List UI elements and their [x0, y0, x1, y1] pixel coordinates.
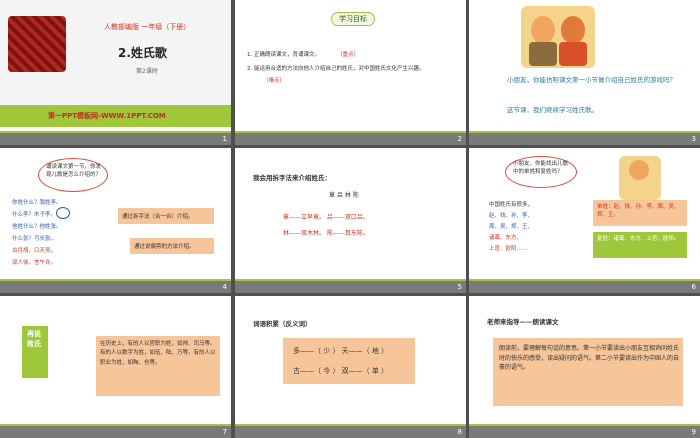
example-characters: 章 吕 林 陈 — [329, 192, 359, 199]
poem-line-3: 周、吴、郑、王、 — [489, 224, 534, 230]
question-bubble-text: 诵读课文第一节，你发现儿歌是怎么介绍的？ — [46, 164, 102, 178]
slide-thumbnail-4[interactable]: 诵读课文第一节，你发现儿歌是怎么介绍的？ 你姓什么？我姓李。 什么李？木子李。 … — [0, 148, 231, 293]
highlight-circle — [56, 207, 70, 219]
slide-number: 1 — [222, 135, 227, 143]
poem-line-4: 诸葛、东方、 — [489, 235, 523, 241]
slide-number: 8 — [457, 428, 462, 436]
antonym-row-1: 多——（ 少 ） 天——（ 地 ） — [293, 347, 389, 355]
slide-number: 7 — [222, 428, 227, 436]
note-text-2: 通过说偏旁的方法介绍。 — [134, 244, 195, 250]
child-right-body — [559, 42, 587, 66]
banner-text: 第一PPT模板网-WWW.1PPT.COM — [48, 112, 166, 120]
child-head — [629, 160, 649, 180]
note-text-double: 复姓：诸葛、东方、上官、欧阳。 — [597, 236, 680, 242]
child-right-figure — [561, 16, 585, 44]
poem-line-5: 古月胡，口天吴， — [12, 248, 57, 254]
slide-number: 4 — [222, 283, 227, 291]
guide-heading: 老师来指导——朗读课文 — [487, 318, 559, 326]
continue-text: 这节课，我们继续学习姓氏歌。 — [507, 106, 598, 114]
series-text: 人教部编版 一年级（下册） — [104, 23, 191, 31]
poem-line-2: 赵、钱、孙、李、 — [489, 213, 534, 219]
child-left-figure — [531, 16, 555, 44]
slide-number: 3 — [691, 135, 696, 143]
goal-1-tag: （重点） — [337, 52, 360, 58]
note-text-single: 单姓：赵、钱、孙、李、周、吴、郑、王。 — [597, 204, 680, 219]
slide-thumbnail-2[interactable]: 学习目标 1. 正确朗读课文，背诵课文。 （重点） 2. 能运用合适的方法向他人… — [235, 0, 466, 145]
prompt-text: 小朋友，你能仿照课文第一小节做介绍自己姓氏的游戏吗？ — [507, 76, 676, 84]
lesson-title: 2.姓氏歌 — [118, 46, 167, 60]
goal-2: 2. 能运用合适的方法向他人介绍自己的姓氏，对中国姓氏文化产生兴趣。 — [247, 66, 425, 72]
slide-thumbnail-7[interactable]: 再说姓氏 在历史上，有的人以官职为姓，如帅、司马等。有的人以数字为姓，如伍、陆、… — [0, 296, 231, 438]
slide-thumbnail-9[interactable]: 老师来指导——朗读课文 朗读前，要理解每句话的意思。第一小节要读出小朋友互相询问… — [469, 296, 700, 438]
slide-thumbnail-5[interactable]: 我会用拆字法来介绍姓氏： 章 吕 林 陈 章——立早章。 吕——双口吕。 林——… — [235, 148, 466, 293]
goals-badge-text: 学习目标 — [339, 15, 367, 23]
slide-sorter-grid: 人教部编版 一年级（下册） 2.姓氏歌 第2课时 第一PPT模板网-WWW.1P… — [0, 0, 700, 438]
tag-text: 再说姓氏 — [27, 330, 41, 348]
goal-2-tag: （难点） — [263, 78, 286, 84]
slide-image-red-stamps — [8, 16, 66, 72]
split-row-1: 章——立早章。 吕——双口吕。 — [283, 214, 369, 221]
poem-line-4: 什么张？弓长张。 — [12, 236, 57, 242]
slide-thumbnail-6[interactable]: 小朋友，你能找出儿歌中的单姓和复姓吗？ 中国姓氏有很多， 赵、钱、孙、李、 周、… — [469, 148, 700, 293]
antonym-row-2: 古——（ 今 ） 双——（ 单 ） — [293, 367, 389, 375]
guide-text: 朗读前，要理解每句话的意思。第一小节要读出小朋友互相询问姓氏时的快乐的感受，读出… — [499, 345, 680, 372]
poem-line-3: 他姓什么？他姓张。 — [12, 224, 62, 230]
slide-thumbnail-1[interactable]: 人教部编版 一年级（下册） 2.姓氏歌 第2课时 第一PPT模板网-WWW.1P… — [0, 0, 231, 145]
poem-line-5: 上官、欧阳…… — [489, 246, 528, 252]
poem-line-1: 你姓什么？我姓李。 — [12, 200, 62, 206]
poem-line-2: 什么李？木子李。 — [12, 212, 57, 218]
split-row-2: 林——双木林。 陈——耳东陈。 — [283, 230, 369, 237]
method-heading: 我会用拆字法来介绍姓氏： — [253, 174, 331, 182]
slide-number: 6 — [691, 283, 696, 291]
vocab-heading: 词语积累（反义词） — [253, 320, 312, 328]
slide-number: 5 — [457, 283, 462, 291]
poem-line-1: 中国姓氏有很多， — [489, 202, 534, 208]
history-text: 在历史上，有的人以官职为姓，如帅、司马等。有的人以数字为姓，如伍、陆、万等。有的… — [100, 341, 216, 366]
child-left-body — [529, 42, 557, 66]
antonym-box — [283, 338, 415, 384]
slide-number: 9 — [691, 428, 696, 436]
question-bubble-text: 小朋友，你能找出儿歌中的单姓和复姓吗？ — [513, 161, 569, 175]
slide-number: 2 — [457, 135, 462, 143]
poem-line-6: 双人徐，言午许。 — [12, 260, 57, 266]
slide-thumbnail-3[interactable]: 小朋友，你能仿照课文第一小节做介绍自己姓氏的游戏吗？ 这节课，我们继续学习姓氏歌… — [469, 0, 700, 145]
note-text-1: 通过拆字法（合一合）介绍。 — [122, 214, 194, 220]
lesson-subtitle: 第2课时 — [136, 68, 158, 75]
slide-thumbnail-8[interactable]: 词语积累（反义词） 多——（ 少 ） 天——（ 地 ） 古——（ 今 ） 双——… — [235, 296, 466, 438]
goal-1: 1. 正确朗读课文，背诵课文。 — [247, 52, 320, 58]
